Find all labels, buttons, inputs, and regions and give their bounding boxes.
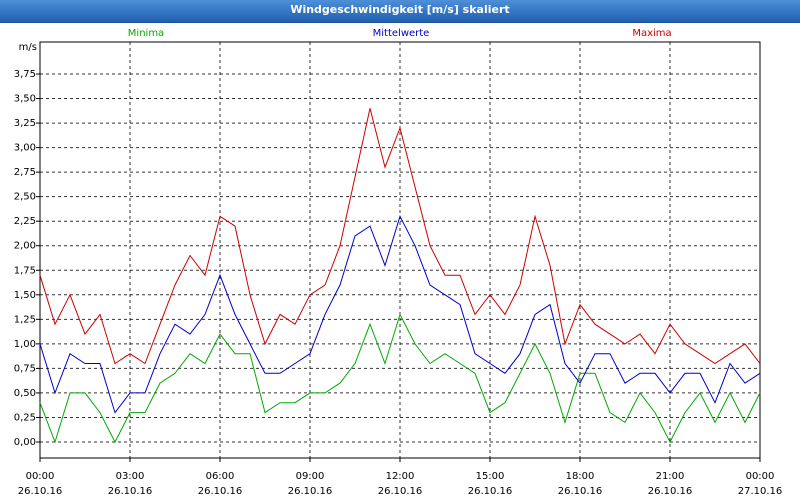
- y-tick-label: 1,75: [14, 265, 36, 276]
- y-tick-label: 3,75: [14, 69, 36, 80]
- y-tick-label: 3,25: [14, 118, 36, 129]
- y-tick-label: 1,50: [14, 290, 36, 301]
- y-tick-label: 0,25: [14, 412, 36, 423]
- y-tick-label: 3,00: [14, 143, 36, 154]
- x-tick-date: 26.10.16: [108, 486, 153, 497]
- grid: [40, 42, 760, 458]
- x-tick-time: 03:00: [116, 471, 145, 482]
- y-tick-label: 2,25: [14, 216, 36, 227]
- x-tick-date: 26.10.16: [378, 486, 423, 497]
- axes: 0,00 0,25 0,50 0,75 1,00 1,25 1,50 1,75 2,00 2,25…: [14, 41, 783, 497]
- y-tick-label: 3,50: [14, 94, 36, 105]
- y-unit-label: m/s: [19, 42, 37, 53]
- x-tick-date: 26.10.16: [558, 486, 603, 497]
- x-tick-time: 15:00: [476, 471, 505, 482]
- y-tick-label: 0,50: [14, 388, 36, 399]
- x-tick-time: 00:00: [746, 471, 775, 482]
- x-tick-date: 26.10.16: [648, 486, 693, 497]
- y-tick-label: 2,50: [14, 192, 36, 203]
- x-tick-date: 27.10.16: [738, 486, 783, 497]
- y-tick-label: 1,25: [14, 314, 36, 325]
- x-tick-date: 26.10.16: [18, 486, 63, 497]
- y-tick-label: 2,75: [14, 167, 36, 178]
- legend: Minima Mittelwerte Maxima: [128, 28, 672, 39]
- x-tick-time: 06:00: [206, 471, 235, 482]
- x-tick-date: 26.10.16: [468, 486, 513, 497]
- y-tick-label: 0,00: [14, 437, 36, 448]
- y-tick-label: 1,00: [14, 339, 36, 350]
- x-tick-date: 26.10.16: [198, 486, 243, 497]
- legend-entry-mittelwerte: Mittelwerte: [373, 28, 430, 39]
- y-tick-label: 0,75: [14, 363, 36, 374]
- x-tick-time: 12:00: [386, 471, 415, 482]
- y-tick-label: 2,00: [14, 241, 36, 252]
- x-tick-time: 18:00: [566, 471, 595, 482]
- legend-entry-minima: Minima: [128, 28, 164, 39]
- x-tick-date: 26.10.16: [288, 486, 333, 497]
- chart: 0,00 0,25 0,50 0,75 1,00 1,25 1,50 1,75 2,00 2,25…: [14, 28, 783, 497]
- legend-entry-maxima: Maxima: [632, 28, 671, 39]
- x-tick-time: 00:00: [26, 471, 55, 482]
- x-tick-time: 21:00: [656, 471, 685, 482]
- x-tick-time: 09:00: [296, 471, 325, 482]
